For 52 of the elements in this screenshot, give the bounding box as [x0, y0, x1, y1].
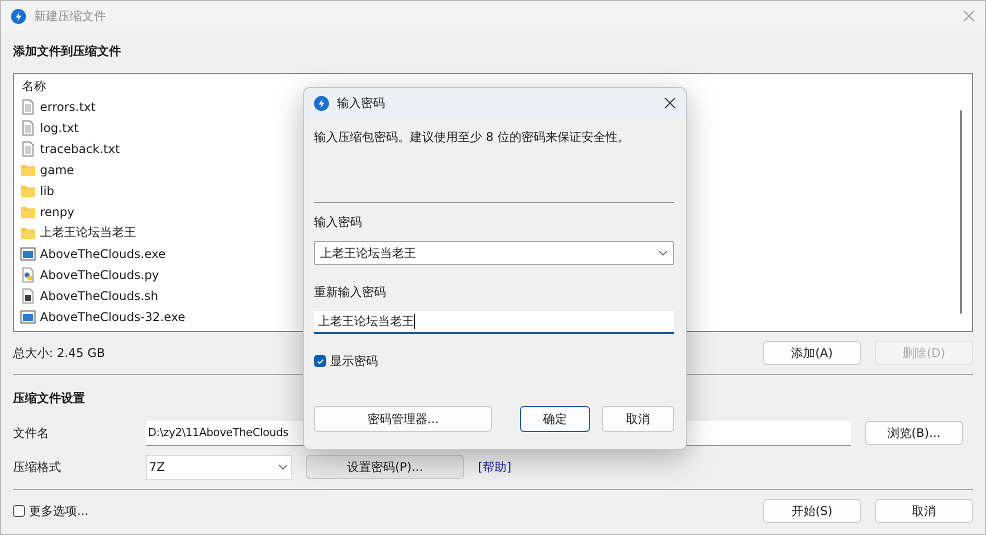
section-heading: 压缩文件设置 [13, 390, 85, 406]
file-name[interactable]: traceback.txt [40, 142, 120, 156]
app-logo-icon [314, 96, 329, 110]
file-name[interactable]: AboveTheClouds-32.exe [40, 310, 186, 324]
dialog-title: 输入密码 [337, 94, 385, 112]
checkmark-icon [316, 356, 324, 366]
python-file-icon [20, 266, 36, 282]
password-manager-button[interactable]: 密码管理器... [314, 406, 492, 432]
footer-button[interactable]: 开始(S) [763, 499, 861, 523]
format-dropdown[interactable]: 7Z [146, 454, 292, 480]
more-options-label[interactable]: 更多选项... [29, 502, 88, 520]
chevron-down-icon [658, 250, 668, 256]
filename-label: 文件名 [13, 424, 50, 442]
dialog-message: 输入压缩包密码。建议使用至少 8 位的密码来保证安全性。 [314, 129, 630, 146]
footer-button[interactable]: 取消 [875, 499, 973, 523]
set-password-button[interactable]: 设置密码(P)... [306, 455, 464, 479]
file-name[interactable]: log.txt [40, 120, 79, 134]
file-name[interactable]: renpy [40, 204, 74, 218]
text-file-icon [20, 98, 36, 114]
file-name[interactable]: errors.txt [40, 100, 96, 114]
section-heading: 添加文件到压缩文件 [13, 42, 121, 60]
application-window-icon [20, 246, 36, 262]
window-title: 新建压缩文件 [34, 8, 106, 24]
file-name[interactable]: 上老王论坛当老王 [40, 224, 136, 241]
total-size-text: 总大小: 2.45 GB [13, 344, 105, 362]
reenter-password-field[interactable]: 上老王论坛当老王 [314, 311, 674, 334]
text-file-icon [20, 140, 36, 156]
script-file-icon [20, 288, 36, 304]
show-password-checkbox[interactable] [314, 355, 326, 367]
file-name[interactable]: AboveTheClouds.exe [40, 246, 166, 260]
chevron-down-icon [278, 464, 288, 470]
file-name[interactable]: AboveTheClouds.sh [40, 288, 158, 302]
list-button[interactable]: 添加(A) [763, 341, 861, 365]
more-options-checkbox[interactable] [13, 505, 25, 517]
reenter-password-label: 重新输入密码 [314, 284, 387, 300]
browse-button[interactable]: 浏览(B)... [865, 421, 963, 445]
application-window-icon [20, 308, 36, 324]
app-logo-icon [11, 8, 26, 24]
ok-button[interactable]: 确定 [520, 406, 590, 432]
file-name[interactable]: lib [40, 184, 54, 198]
cancel-button[interactable]: 取消 [602, 406, 674, 432]
file-name[interactable]: AboveTheClouds.py [40, 268, 160, 282]
file-name[interactable]: game [40, 162, 74, 176]
password-combobox[interactable]: 上老王论坛当老王 [314, 241, 674, 265]
column-header[interactable]: 名称 [20, 78, 46, 94]
help-link[interactable]: [帮助] [478, 458, 512, 476]
scrollbar[interactable] [960, 110, 962, 314]
close-icon[interactable] [664, 97, 676, 109]
show-password-label[interactable]: 显示密码 [330, 352, 378, 370]
text-file-icon [20, 120, 36, 136]
format-label: 压缩格式 [13, 458, 62, 476]
password-label: 输入密码 [314, 214, 363, 230]
